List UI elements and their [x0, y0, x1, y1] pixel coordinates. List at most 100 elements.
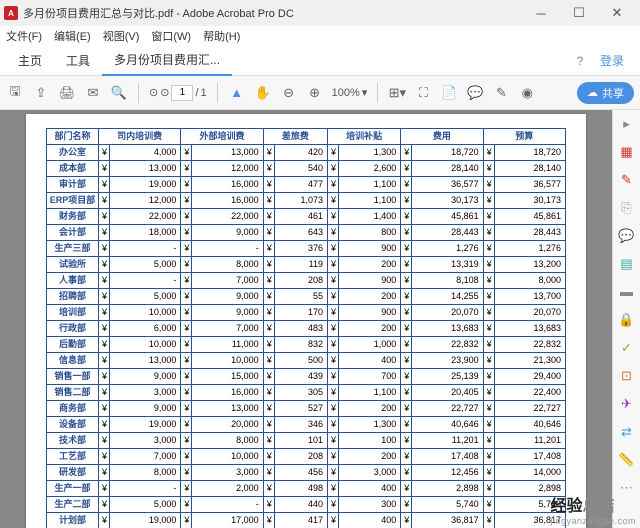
rtool-measure-icon[interactable]: 📏 — [618, 452, 636, 470]
row-name: 设备部 — [47, 417, 99, 433]
tab-document[interactable]: 多月份项目费用汇... — [102, 46, 232, 76]
menu-help[interactable]: 帮助(H) — [203, 28, 240, 44]
rtool-fill-icon[interactable]: ✓ — [618, 340, 636, 358]
cell-value: 5,740 — [412, 497, 483, 513]
menu-edit[interactable]: 编辑(E) — [54, 28, 91, 44]
currency: ¥ — [327, 481, 338, 497]
currency: ¥ — [181, 417, 192, 433]
right-toolbar: ▸ ▦ ✎ ⎘ 💬 ▤ ▬ 🔒 ✓ ⊡ ✈ ⇄ 📏 ⋯ — [612, 110, 640, 528]
currency: ¥ — [401, 401, 412, 417]
currency: ¥ — [99, 481, 110, 497]
zoom-level[interactable]: 100%▾ — [332, 86, 368, 99]
rtool-scan-icon[interactable]: ⊡ — [618, 368, 636, 386]
read-icon[interactable]: 📄 — [440, 84, 458, 102]
maximize-button[interactable]: ☐ — [560, 0, 598, 26]
cell-value: 400 — [338, 353, 400, 369]
cell-value: 1,073 — [274, 193, 327, 209]
currency: ¥ — [327, 353, 338, 369]
minimize-button[interactable]: ─ — [522, 0, 560, 26]
close-button[interactable]: ✕ — [598, 0, 636, 26]
table-row: 生产一部¥-¥2,000¥498¥400¥2,898¥2,898 — [47, 481, 566, 497]
rtool-redact-icon[interactable]: ▬ — [618, 284, 636, 302]
row-name: ERP项目部 — [47, 193, 99, 209]
currency: ¥ — [401, 369, 412, 385]
rtool-export-icon[interactable]: ⎘ — [618, 200, 636, 218]
cell-value: 19,000 — [110, 177, 181, 193]
cell-value: 1,300 — [338, 145, 400, 161]
cell-value: 8,108 — [412, 273, 483, 289]
currency: ¥ — [401, 353, 412, 369]
rtool-send-icon[interactable]: ✈ — [618, 396, 636, 414]
currency: ¥ — [401, 289, 412, 305]
print-icon[interactable]: 🖨 — [58, 84, 76, 102]
table-row: 会计部¥18,000¥9,000¥643¥800¥28,443¥28,443 — [47, 225, 566, 241]
login-link[interactable]: 登录 — [590, 52, 634, 69]
currency: ¥ — [327, 273, 338, 289]
cell-value: 6,000 — [110, 321, 181, 337]
currency: ¥ — [401, 193, 412, 209]
stamp-icon[interactable]: ◉ — [518, 84, 536, 102]
cell-value: 1,276 — [494, 241, 565, 257]
currency: ¥ — [483, 337, 494, 353]
page-up-icon[interactable]: ⊙ — [149, 86, 158, 99]
cell-value: 13,000 — [110, 353, 181, 369]
table-row: 生产二部¥5,000¥-¥440¥300¥5,740¥5,740 — [47, 497, 566, 513]
table-row: 商务部¥9,000¥13,000¥527¥200¥22,727¥22,727 — [47, 401, 566, 417]
currency: ¥ — [99, 385, 110, 401]
zoom-in-icon[interactable]: ⊕ — [306, 84, 324, 102]
cell-value: 3,000 — [110, 433, 181, 449]
save-icon[interactable]: 🖫 — [6, 84, 24, 102]
pointer-icon[interactable]: ▲ — [228, 84, 246, 102]
tab-home[interactable]: 主页 — [6, 46, 54, 76]
rtool-protect-icon[interactable]: 🔒 — [618, 312, 636, 330]
rtool-edit-icon[interactable]: ✎ — [618, 172, 636, 190]
cell-value: 17,408 — [412, 449, 483, 465]
hand-icon[interactable]: ✋ — [254, 84, 272, 102]
cell-value: 10,000 — [110, 305, 181, 321]
mail-icon[interactable]: ✉ — [84, 84, 102, 102]
tab-tools[interactable]: 工具 — [54, 46, 102, 76]
export-icon[interactable]: ⇪ — [32, 84, 50, 102]
zoom-out-icon[interactable]: ⊖ — [280, 84, 298, 102]
share-button[interactable]: ☁ 共享 — [577, 82, 634, 104]
search-icon[interactable]: 🔍 — [110, 84, 128, 102]
layout-icon[interactable]: ⊞▾ — [388, 84, 406, 102]
help-icon[interactable]: ? — [570, 54, 590, 68]
currency: ¥ — [99, 161, 110, 177]
currency: ¥ — [483, 209, 494, 225]
rtool-comment-icon[interactable]: 💬 — [618, 228, 636, 246]
main-table: 部门名称司内培训费外部培训费差旅费培训补贴费用预算 办公室¥4,000¥13,0… — [46, 128, 566, 528]
page-input[interactable] — [171, 85, 193, 101]
rtool-arrow-icon[interactable]: ▸ — [618, 116, 636, 134]
cell-value: 200 — [338, 321, 400, 337]
currency: ¥ — [263, 321, 274, 337]
cell-value: 13,000 — [192, 401, 263, 417]
menu-window[interactable]: 窗口(W) — [151, 28, 191, 44]
cell-value: 36,577 — [412, 177, 483, 193]
page-control: ⊙ ⊙ / 1 — [149, 85, 207, 101]
cell-value: 1,000 — [338, 337, 400, 353]
fit-icon[interactable]: ⛶ — [414, 84, 432, 102]
currency: ¥ — [263, 289, 274, 305]
currency: ¥ — [327, 337, 338, 353]
currency: ¥ — [327, 465, 338, 481]
row-name: 办公室 — [47, 145, 99, 161]
currency: ¥ — [401, 225, 412, 241]
comment-icon[interactable]: 💬 — [466, 84, 484, 102]
currency: ¥ — [327, 513, 338, 528]
currency: ¥ — [327, 417, 338, 433]
rtool-create-icon[interactable]: ▦ — [618, 144, 636, 162]
sign-icon[interactable]: ✎ — [492, 84, 510, 102]
document-viewport[interactable]: 部门名称司内培训费外部培训费差旅费培训补贴费用预算 办公室¥4,000¥13,0… — [0, 110, 612, 528]
currency: ¥ — [327, 193, 338, 209]
rtool-organize-icon[interactable]: ▤ — [618, 256, 636, 274]
cell-value: 440 — [274, 497, 327, 513]
currency: ¥ — [401, 481, 412, 497]
cell-value: 25,139 — [412, 369, 483, 385]
page-down-icon[interactable]: ⊙ — [160, 86, 169, 99]
menu-view[interactable]: 视图(V) — [103, 28, 140, 44]
currency: ¥ — [401, 145, 412, 161]
menu-file[interactable]: 文件(F) — [6, 28, 42, 44]
rtool-compare-icon[interactable]: ⇄ — [618, 424, 636, 442]
titlebar: A 多月份项目费用汇总与对比.pdf - Adobe Acrobat Pro D… — [0, 0, 640, 26]
